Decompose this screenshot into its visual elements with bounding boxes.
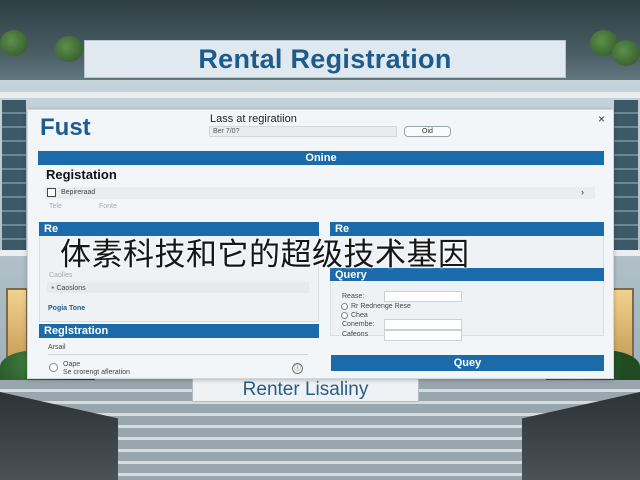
close-icon[interactable]: ×	[598, 112, 605, 126]
option-radio[interactable]	[341, 312, 348, 319]
tab-tele[interactable]: Tele	[49, 203, 62, 210]
bottom-sign: Renter Lisaliny	[192, 378, 419, 402]
tab-fonte[interactable]: Fonte	[99, 203, 117, 210]
tree	[612, 40, 640, 66]
bottom-sign-text: Renter Lisaliny	[242, 379, 369, 400]
option-label: Oape	[63, 361, 81, 368]
registration-heading: Registation	[46, 167, 117, 182]
floor-band	[0, 92, 640, 98]
app-logo: Fust	[40, 114, 91, 141]
banner-title: Rental Registration	[198, 43, 452, 74]
option-radio[interactable]	[341, 303, 348, 310]
left-row-label: Caolles	[49, 272, 73, 279]
window-column	[614, 100, 638, 250]
login-tone-link[interactable]: Pogia Tone	[48, 305, 85, 312]
divider	[48, 354, 308, 355]
checkbox-label: Bepireraad	[61, 189, 96, 196]
form-label: Rease:	[342, 293, 365, 300]
form-label: Cafeons	[342, 331, 369, 338]
form-label: Conembe:	[342, 321, 375, 328]
old-button[interactable]: Oid	[404, 126, 451, 137]
last-registration-label: Lass at regiratiion	[210, 113, 297, 125]
option-label: Se crorengt afleration	[63, 369, 130, 376]
chevron-right-icon[interactable]: ›	[581, 187, 584, 197]
online-bar[interactable]: Onine	[38, 151, 604, 165]
query-button[interactable]: Quey	[331, 355, 604, 371]
registration-date-input[interactable]: Ber 7/0?	[209, 126, 397, 137]
banner-sign: Rental Registration	[84, 40, 566, 78]
conembe-input[interactable]	[384, 319, 462, 330]
form-label: Rr Rednenge Rese	[351, 303, 411, 310]
arsail-label: Arsail	[48, 344, 66, 351]
caption-overlay: 体素科技和它的超级技术基因	[60, 237, 470, 273]
captions-label: ⁍ Caoslons	[51, 285, 86, 292]
rease-input[interactable]	[384, 291, 462, 302]
cafeons-input[interactable]	[384, 330, 462, 341]
tree	[0, 30, 28, 56]
registration-bar[interactable]: Reglstration	[39, 324, 319, 338]
tree	[55, 36, 83, 62]
info-icon[interactable]: ⓘ	[292, 363, 303, 374]
option-radio[interactable]	[49, 363, 58, 372]
checkbox-row[interactable]	[45, 187, 595, 199]
form-label: Chea	[351, 312, 368, 319]
captions-row[interactable]	[47, 282, 309, 293]
window-column	[2, 100, 26, 250]
lit-window	[612, 288, 634, 358]
registration-checkbox[interactable]	[47, 188, 56, 197]
lit-window	[6, 288, 28, 358]
